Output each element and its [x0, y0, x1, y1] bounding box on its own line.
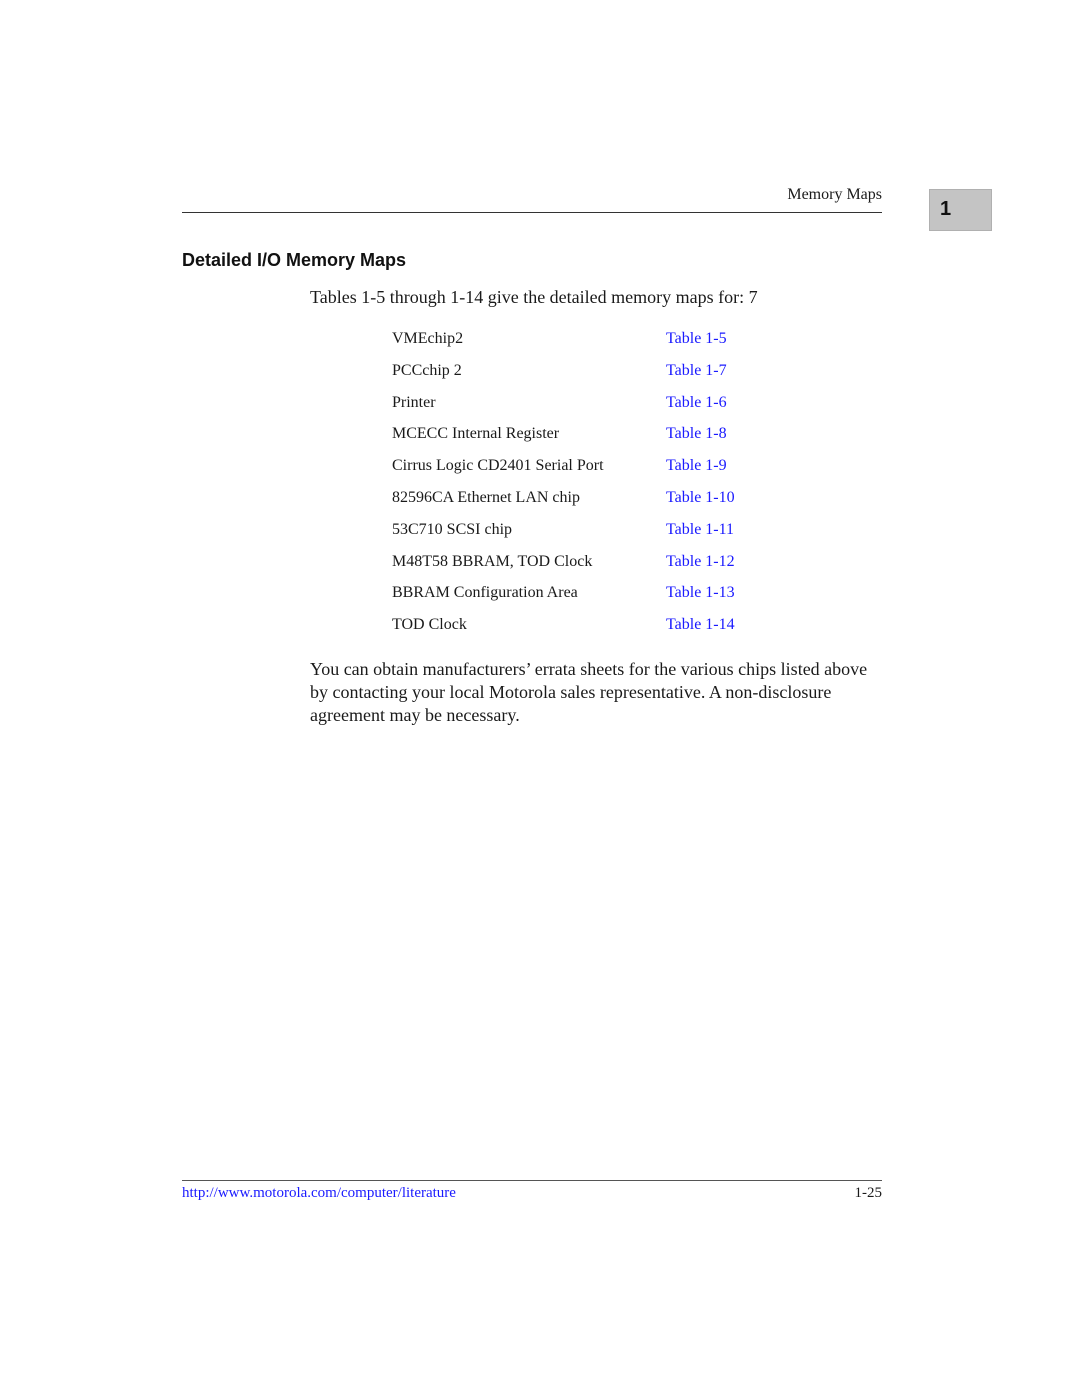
chip-name: VMEchip2 — [392, 330, 464, 347]
table-link[interactable]: Table 1-8 — [666, 425, 727, 443]
table-link[interactable]: Table 1-14 — [666, 616, 735, 634]
chapter-tab: 1 — [929, 189, 992, 231]
chip-name: TOD Clock — [392, 616, 467, 634]
chip-name: 82596CA Ethernet LAN chip — [392, 488, 580, 506]
running-head: Memory Maps — [787, 186, 882, 203]
table-link[interactable]: Table 1-5 — [666, 330, 727, 348]
header-rule — [182, 212, 882, 213]
table-link[interactable]: Table 1-12 — [666, 553, 735, 571]
footer-link[interactable]: http://www.motorola.com/computer/literat… — [182, 1185, 456, 1202]
section-title: Detailed I/O Memory Maps — [182, 250, 407, 270]
chip-name: BBRAM Configuration Area — [392, 584, 578, 602]
intro-text: Tables 1-5 through 1-14 give the detaile… — [310, 287, 758, 307]
table-link[interactable]: Table 1-11 — [666, 521, 734, 539]
chip-name: PCCchip 2 — [392, 361, 462, 379]
table-link[interactable]: Table 1-7 — [666, 362, 727, 380]
chip-name: Printer — [392, 393, 436, 411]
chip-name: M48T58 BBRAM, TOD Clock — [392, 552, 593, 570]
errata-paragraph: You can obtain manufacturers’ errata she… — [310, 659, 868, 725]
table-link[interactable]: Table 1-13 — [666, 584, 735, 602]
chip-name: Cirrus Logic CD2401 Serial Port — [392, 457, 604, 475]
chip-name: 53C710 SCSI chip — [392, 520, 513, 538]
footer-rule — [182, 1180, 882, 1181]
table-link[interactable]: Table 1-6 — [666, 394, 727, 412]
page-number: 1-25 — [854, 1185, 883, 1201]
table-link[interactable]: Table 1-9 — [666, 457, 727, 475]
table-link[interactable]: Table 1-10 — [666, 489, 735, 507]
chip-name: MCECC Internal Register — [392, 425, 560, 443]
chapter-number: 1 — [940, 198, 952, 220]
